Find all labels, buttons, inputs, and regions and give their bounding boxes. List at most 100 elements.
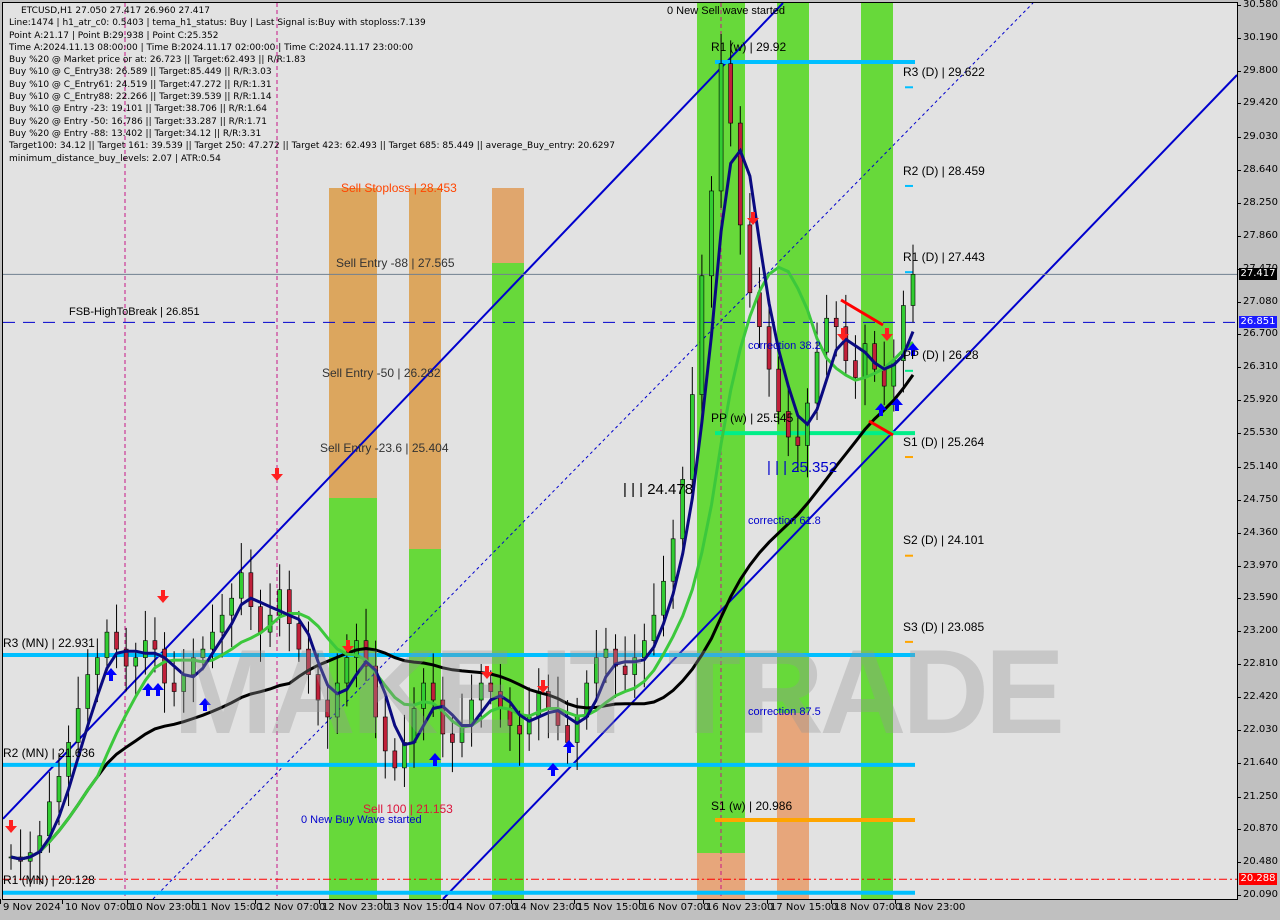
level-label-s1-w: S1 (w) | 20.986	[711, 799, 793, 813]
info-line: Buy %10 @ C_Entry88: 22.266 || Target:39…	[9, 92, 272, 103]
y-tick-label: 24.360	[1237, 526, 1278, 538]
info-line: Buy %20 @ Entry -50: 16.786 || Target:33…	[9, 116, 267, 127]
y-tick-label: 28.640	[1237, 163, 1278, 175]
sell-entry-50-label: Sell Entry -50 | 26.282	[322, 366, 441, 380]
level-label-r3-mn: R3 (MN) | 22.931	[3, 636, 95, 650]
correction-38-label: correction 38.2	[748, 340, 821, 352]
info-line: Buy %10 @ C_Entry61: 24.519 || Target:47…	[9, 79, 272, 90]
new-buy-wave-label: 0 New Buy Wave started	[301, 814, 422, 826]
candle-body	[85, 674, 91, 709]
x-tick-label: 17 Nov 15:00	[766, 899, 838, 913]
y-tick-label: 22.030	[1237, 724, 1278, 736]
x-tick-label: 14 Nov 07:00	[446, 899, 518, 913]
level-label-r1-w: R1 (w) | 29.92	[711, 40, 787, 54]
correction-61-label: correction 61.8	[748, 515, 821, 527]
x-tick-label: 16 Nov 07:00	[638, 899, 710, 913]
fsb-high-label: FSB-HighToBreak | 26.851	[69, 306, 200, 318]
new-sell-wave-label: 0 New Sell wave started	[667, 5, 785, 17]
sell-stoploss-label: Sell Stoploss | 28.453	[341, 181, 457, 195]
chart-plot-area[interactable]: MAKE IT TRADE ETCUSD,H1 27.050 27.417 26…	[2, 2, 1238, 900]
watermark: MAKE IT TRADE	[173, 625, 1065, 759]
candle-body	[162, 648, 167, 684]
y-tick-label: 27.860	[1237, 229, 1278, 241]
candle-body	[47, 801, 52, 837]
y-tick-label: 29.800	[1237, 65, 1278, 77]
candle-body	[853, 360, 858, 378]
candle-body	[709, 190, 714, 277]
y-tick-label: 20.090	[1237, 889, 1278, 900]
candle-body	[728, 63, 733, 124]
y-tick-label: 30.190	[1237, 32, 1278, 44]
candle-body	[824, 317, 829, 353]
chart-title: ETCUSD,H1 27.050 27.417 26.960 27.417	[21, 6, 210, 16]
x-tick-label: 15 Nov 15:00	[573, 899, 645, 913]
candle-body	[833, 317, 839, 328]
y-tick-label: 22.420	[1237, 691, 1278, 703]
y-tick-label: 27.080	[1237, 295, 1278, 307]
y-tick-label: 20.480	[1237, 855, 1278, 867]
x-tick-label: 16 Nov 23:00	[702, 899, 774, 913]
zone-top-2	[492, 188, 524, 263]
level-label-s2-d: S2 (D) | 24.101	[903, 533, 985, 547]
candle-body	[795, 436, 801, 446]
time-axis[interactable]: 9 Nov 2024 10 Nov 07:00 10 Nov 23:00 11 Nov…	[0, 899, 1280, 920]
candle-body	[56, 776, 62, 803]
level-label-pp-w: PP (w) | 25.545	[711, 411, 794, 425]
y-tick-label: 28.250	[1237, 196, 1278, 208]
candle-body	[248, 572, 254, 607]
candle-body	[910, 274, 916, 306]
x-tick-label: 9 Nov 2024	[0, 899, 61, 913]
x-tick-label: 10 Nov 07:00	[61, 899, 133, 913]
candle-body	[689, 394, 695, 480]
level-label-r1-mn: R1 (MN) | 20.128	[3, 873, 95, 887]
candle-body	[747, 224, 753, 294]
y-tick-label: 26.310	[1237, 361, 1278, 373]
buy-arrow-icon	[152, 683, 164, 696]
candle-body	[104, 631, 110, 658]
sell-arrow-icon	[157, 590, 169, 603]
y-tick-label: 21.640	[1237, 757, 1278, 769]
candle-body	[143, 640, 148, 658]
candle-body	[699, 275, 705, 395]
zone-bottom-2	[492, 263, 524, 899]
x-tick-label: 11 Nov 15:00	[191, 899, 263, 913]
y-tick-label: 25.530	[1237, 427, 1278, 439]
info-line: minimum_distance_buy_levels: 2.07 | ATR:…	[9, 153, 221, 164]
level-label-r3-d: R3 (D) | 29.622	[903, 65, 985, 79]
level-label-s1-d: S1 (D) | 25.264	[903, 435, 985, 449]
info-panel: ETCUSD,H1 27.050 27.417 26.960 27.417 Li…	[9, 5, 615, 165]
candle-body	[862, 343, 868, 378]
level-label-r1-d: R1 (D) | 27.443	[903, 250, 985, 264]
y-tick-label: 20.870	[1237, 822, 1278, 834]
x-tick-label: 13 Nov 15:00	[383, 899, 455, 913]
y-tick-label: 25.140	[1237, 460, 1278, 472]
y-tick-label: 29.420	[1237, 97, 1278, 109]
sell-entry-23-label: Sell Entry -23.6 | 25.404	[320, 441, 449, 455]
y-tick-label: 30.580	[1237, 0, 1278, 10]
price-axis[interactable]: 30.580 30.190 29.800 29.420 29.030 28.640 28.2…	[1237, 0, 1280, 900]
red-level-price-tag: 20.288	[1239, 873, 1277, 885]
info-line: Buy %20 @ Market price or at: 26.723 || …	[9, 55, 306, 66]
level-label-s3-d: S3 (D) | 23.085	[903, 620, 985, 634]
candle-body	[776, 368, 781, 412]
fsb-price-tag: 26.851	[1239, 316, 1277, 328]
y-tick-label: 23.590	[1237, 592, 1278, 604]
candle-body	[238, 572, 244, 599]
correction-87-label: correction 87.5	[748, 706, 821, 718]
channel-lower-line	[442, 74, 1237, 899]
y-tick-label: 21.250	[1237, 790, 1278, 802]
y-tick-label: 29.030	[1237, 130, 1278, 142]
y-tick-label: 23.200	[1237, 625, 1278, 637]
candle-body	[133, 657, 139, 667]
x-tick-label: 18 Nov 23:00	[894, 899, 966, 913]
candle-body	[75, 708, 81, 743]
candle-body	[881, 368, 887, 387]
level-label-r2-mn: R2 (MN) | 21.636	[3, 746, 95, 760]
level-label-pp-d: PP (D) | 26.28	[903, 348, 979, 362]
wave-point-a-label: | | | 24.478	[623, 481, 694, 498]
candle-body	[814, 351, 820, 404]
info-line: Time A:2024.11.13 08:00:00 | Time B:2024…	[9, 42, 414, 53]
candle-body	[670, 538, 676, 582]
sell-arrow-icon	[271, 468, 283, 481]
y-tick-label: 22.810	[1237, 658, 1278, 670]
